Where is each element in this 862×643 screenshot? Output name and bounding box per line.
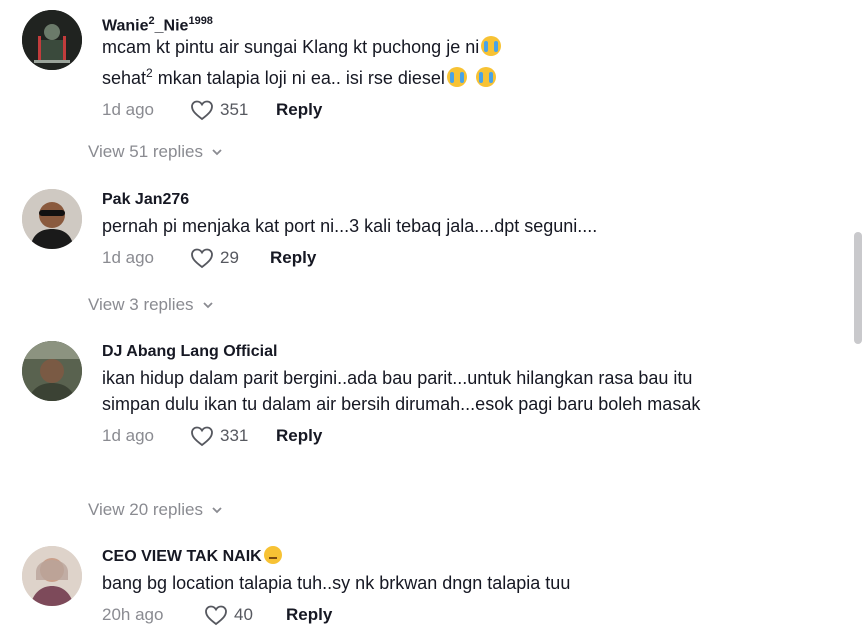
chevron-down-icon <box>212 149 222 156</box>
comment-username[interactable]: DJ Abang Lang Official <box>102 341 782 363</box>
crying-emoji-icon <box>475 67 496 87</box>
comment-timestamp: 1d ago <box>102 100 154 119</box>
like-button[interactable]: 29 <box>190 247 270 269</box>
comment-text: pernah pi menjaka kat port ni...3 kali t… <box>102 216 598 236</box>
expressionless-emoji-icon <box>263 546 282 564</box>
reply-button[interactable]: Reply <box>276 100 322 120</box>
comment-line: mkan talapia loji ni ea.. isi rse diesel <box>152 68 445 88</box>
view-replies-button[interactable]: View 51 replies <box>88 142 223 162</box>
avatar[interactable] <box>22 341 82 401</box>
comment-timestamp: 1d ago <box>102 426 154 445</box>
reply-button[interactable]: Reply <box>286 605 332 625</box>
comment-username[interactable]: Pak Jan276 <box>102 189 782 211</box>
comment-text: bang bg location talapia tuh..sy nk brkw… <box>102 573 571 593</box>
like-count: 331 <box>220 426 249 445</box>
username-text: Wanie <box>102 17 149 35</box>
heart-icon <box>191 100 213 121</box>
view-replies-label: View 20 replies <box>88 500 203 519</box>
heart-icon <box>205 605 227 626</box>
view-replies-button[interactable]: View 3 replies <box>88 295 214 315</box>
username-sup: 1998 <box>188 15 213 27</box>
comment-timestamp: 1d ago <box>102 248 154 267</box>
like-button[interactable]: 40 <box>204 604 286 626</box>
heart-icon <box>191 426 213 447</box>
like-count: 29 <box>220 248 239 267</box>
chevron-down-icon <box>202 302 213 309</box>
comment-line: mcam kt pintu air sungai Klang kt puchon… <box>102 37 480 57</box>
comment-text: ikan hidup dalam parit bergini..ada bau … <box>102 368 701 414</box>
crying-emoji-icon <box>481 36 502 56</box>
crying-emoji-icon <box>446 67 467 87</box>
comment-timestamp: 20h ago <box>102 605 164 624</box>
comment-text: mcam kt pintu air sungai Klang kt puchon… <box>102 34 782 91</box>
avatar[interactable] <box>22 189 82 249</box>
avatar[interactable] <box>22 10 82 70</box>
like-count: 40 <box>234 605 253 624</box>
view-replies-button[interactable]: View 20 replies <box>88 500 223 520</box>
scrollbar-thumb[interactable] <box>854 232 862 344</box>
view-replies-label: View 51 replies <box>88 142 203 161</box>
like-button[interactable]: 351 <box>190 99 276 121</box>
like-button[interactable]: 331 <box>190 425 276 447</box>
username-text: _Nie <box>154 17 189 35</box>
comment-line: sehat <box>102 68 147 88</box>
reply-button[interactable]: Reply <box>270 248 316 268</box>
comment-username[interactable]: CEO VIEW TAK NAIK <box>102 546 782 568</box>
reply-button[interactable]: Reply <box>276 426 322 446</box>
heart-icon <box>191 248 213 269</box>
avatar[interactable] <box>22 546 82 606</box>
comment-username[interactable]: Wanie2_Nie1998 <box>102 10 782 35</box>
comment-sup: 2 <box>146 66 153 80</box>
username-text: CEO VIEW TAK NAIK <box>102 548 262 565</box>
chevron-down-icon <box>212 507 222 514</box>
view-replies-label: View 3 replies <box>88 295 194 314</box>
like-count: 351 <box>220 100 249 119</box>
